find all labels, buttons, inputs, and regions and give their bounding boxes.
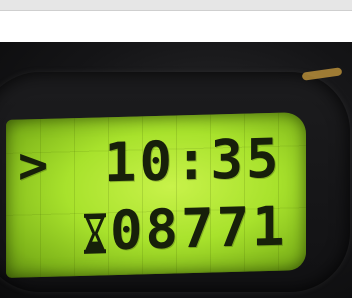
lcd-row-bottom: 08771 [6, 194, 306, 263]
hourglass-icon [82, 211, 108, 256]
arrow-indicator: > [18, 135, 52, 195]
time-readout: 10:35 [104, 126, 282, 195]
counter-readout: 08771 [110, 194, 288, 263]
top-bar [0, 0, 352, 11]
lcd-row-top: > 10:35 [6, 126, 306, 195]
lcd-screen: > 10:35 08771 [6, 112, 306, 278]
device-photo: > 10:35 08771 [0, 42, 352, 298]
screenshot-frame: > 10:35 08771 [0, 0, 352, 298]
light-glare [301, 67, 343, 81]
